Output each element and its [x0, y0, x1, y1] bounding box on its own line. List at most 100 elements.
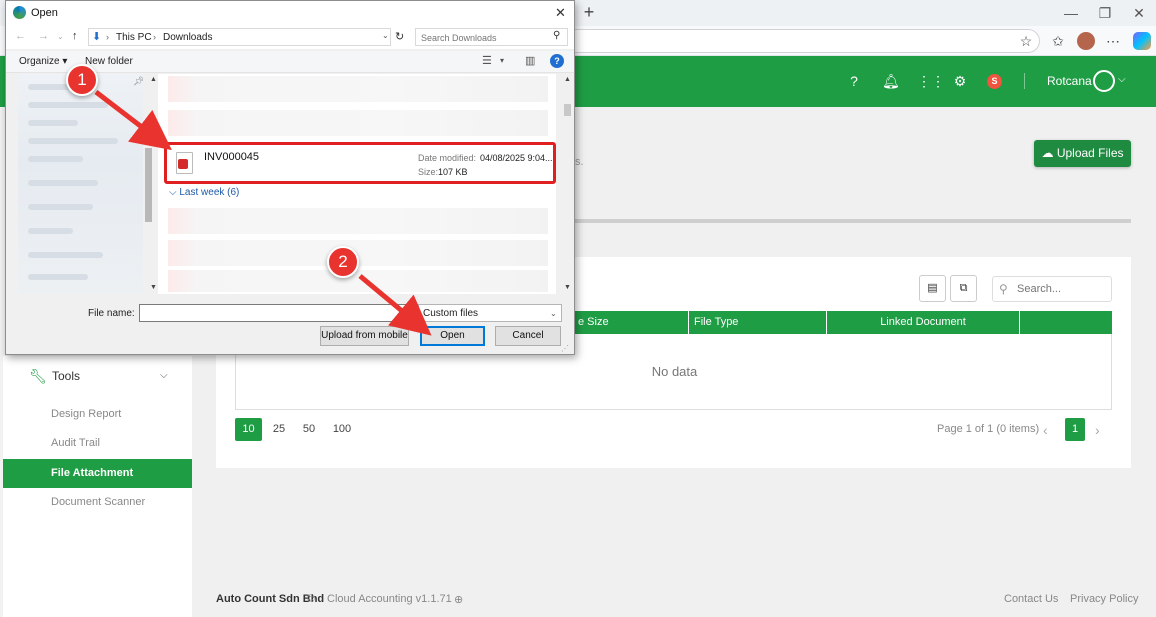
organize-menu[interactable]: Organize ▾ [19, 56, 67, 67]
file-date-value: 04/08/2025 9:04... [480, 153, 553, 163]
more-menu-icon[interactable]: ⋯ [1103, 32, 1123, 50]
cancel-button[interactable]: Cancel [495, 326, 561, 346]
callout-badge-2: 2 [327, 246, 359, 278]
download-folder-icon: ⬇ [92, 31, 102, 43]
resize-grip-icon[interactable]: ⋰ [561, 344, 569, 353]
apps-grid-icon[interactable]: ⋮⋮ [917, 73, 945, 89]
pager-info: Page 1 of 1 (0 items) [937, 423, 1040, 435]
page-button-1[interactable]: 1 [1065, 418, 1085, 441]
dialog-navigation-pane[interactable] [18, 74, 143, 294]
scroll-up-icon[interactable]: ▲ [150, 76, 157, 83]
favorite-star-icon[interactable]: ☆ [1016, 32, 1036, 50]
footer-product-version: Cloud Accounting v1.1.71 [327, 593, 452, 605]
blurred-file-row[interactable] [168, 110, 548, 136]
scroll-down-icon[interactable]: ▼ [150, 284, 157, 291]
column-file-size[interactable]: e Size [574, 311, 689, 334]
help-icon[interactable]: ? [846, 73, 862, 89]
contact-us-link[interactable]: Contact Us [1004, 593, 1058, 605]
file-name-input[interactable] [139, 304, 419, 322]
chevron-down-icon: ⌄ [550, 309, 557, 318]
upload-files-button[interactable]: ☁ Upload Files [1034, 140, 1131, 167]
sidebar-item-file-attachment[interactable]: File Attachment [3, 459, 192, 488]
file-size-label: Size: [418, 167, 439, 177]
file-list-scroll-thumb[interactable] [564, 104, 571, 116]
dialog-close-icon[interactable]: ✕ [555, 5, 566, 21]
next-page-icon[interactable]: › [1095, 422, 1100, 438]
file-size-value: 107 KB [438, 167, 468, 177]
upload-progress-track [575, 219, 1131, 223]
subscription-badge[interactable]: S [987, 74, 1002, 89]
address-bar[interactable] [560, 29, 1040, 53]
view-options-icon[interactable]: ☰ [482, 54, 492, 67]
blurred-nav-item [28, 120, 78, 126]
grid-header: e Size File Type Linked Document [574, 311, 1112, 334]
refresh-icon[interactable]: ↻ [395, 30, 404, 43]
column-linked-document[interactable]: Linked Document [827, 311, 1020, 334]
sidebar-item-design-report[interactable]: Design Report [3, 400, 192, 429]
header-divider [1024, 73, 1025, 89]
selected-file-row[interactable]: INV000045 Date modified: 04/08/2025 9:04… [164, 142, 556, 184]
dialog-search-input[interactable] [421, 31, 546, 44]
close-window-button[interactable]: ✕ [1124, 3, 1154, 23]
page-size-50[interactable]: 50 [298, 418, 320, 441]
sidebar-section-label: Tools [52, 369, 81, 383]
blurred-file-row[interactable] [168, 270, 548, 292]
file-date-label: Date modified: [418, 153, 477, 163]
help-icon[interactable]: ? [550, 54, 564, 68]
blurred-file-row[interactable] [168, 208, 548, 234]
callout-badge-1: 1 [66, 64, 98, 96]
breadcrumb-separator: › [153, 32, 156, 42]
export-csv-button[interactable]: ▤ [919, 275, 946, 302]
privacy-policy-link[interactable]: Privacy Policy [1070, 593, 1138, 605]
restore-button[interactable]: ❐ [1090, 3, 1120, 23]
forward-arrow-icon[interactable]: → [38, 30, 49, 42]
upload-from-mobile-button[interactable]: Upload from mobile [320, 326, 409, 346]
view-dropdown-icon[interactable]: ▾ [500, 56, 504, 65]
nav-pane-scroll-thumb[interactable] [145, 148, 152, 222]
pdf-file-icon [176, 152, 193, 174]
dialog-search: ⚲ [415, 28, 568, 46]
breadcrumb-downloads[interactable]: Downloads [163, 32, 212, 43]
browser-logo-icon [13, 6, 26, 19]
bell-icon[interactable]: 🔔︎ [882, 73, 900, 89]
user-name[interactable]: Rotcana [1047, 74, 1092, 88]
search-icon: ⚲ [553, 30, 561, 41]
up-arrow-icon[interactable]: ↑ [72, 30, 78, 42]
grid-search-input[interactable] [1017, 281, 1107, 297]
favorites-icon[interactable]: ✩ [1048, 32, 1068, 50]
recent-locations-icon[interactable]: ⌄ [57, 32, 64, 41]
preview-pane-icon[interactable]: ▥ [525, 54, 535, 67]
blurred-nav-item [28, 102, 108, 108]
page-size-100[interactable]: 100 [328, 418, 356, 441]
gear-icon[interactable]: ⚙ [952, 73, 968, 89]
breadcrumb-this-pc[interactable]: This PC [116, 32, 152, 43]
user-avatar-icon[interactable] [1093, 70, 1115, 92]
blurred-file-row[interactable] [168, 76, 548, 102]
page-size-25[interactable]: 25 [268, 418, 290, 441]
open-button[interactable]: Open [420, 326, 485, 346]
page-size-10[interactable]: 10 [235, 418, 262, 441]
column-file-type[interactable]: File Type [689, 311, 827, 334]
chevron-down-icon[interactable]: ⌵ [1118, 74, 1126, 85]
breadcrumb-dropdown-icon[interactable]: ⌄ [382, 31, 389, 40]
file-group-header[interactable]: ⌵ Last week (6) [169, 187, 239, 198]
chevron-down-icon[interactable]: ⌵ [160, 370, 168, 381]
new-tab-button[interactable]: + [578, 2, 600, 24]
sidebar-item-audit-trail[interactable]: Audit Trail [3, 429, 192, 458]
blurred-nav-item [28, 252, 103, 258]
column-chooser-button[interactable]: ⧉ [950, 275, 977, 302]
column-actions [1020, 311, 1112, 334]
file-type-select[interactable]: Custom files ⌄ [418, 304, 562, 322]
copilot-icon[interactable] [1133, 32, 1151, 50]
scroll-down-icon[interactable]: ▼ [564, 284, 571, 291]
browser-profile-avatar[interactable] [1077, 32, 1095, 50]
footer: Auto Count Sdn Bhd © Cloud Accounting v1… [192, 583, 1156, 617]
sidebar-item-document-scanner[interactable]: Document Scanner [3, 488, 192, 517]
back-arrow-icon[interactable]: ← [15, 30, 26, 42]
globe-icon[interactable]: ⊕ [454, 593, 463, 606]
new-folder-button[interactable]: New folder [85, 56, 133, 67]
prev-page-icon[interactable]: ‹ [1043, 422, 1048, 438]
scroll-up-icon[interactable]: ▲ [564, 76, 571, 83]
breadcrumb[interactable]: ⬇ › This PC › Downloads [88, 28, 391, 46]
minimize-button[interactable]: — [1056, 3, 1086, 23]
